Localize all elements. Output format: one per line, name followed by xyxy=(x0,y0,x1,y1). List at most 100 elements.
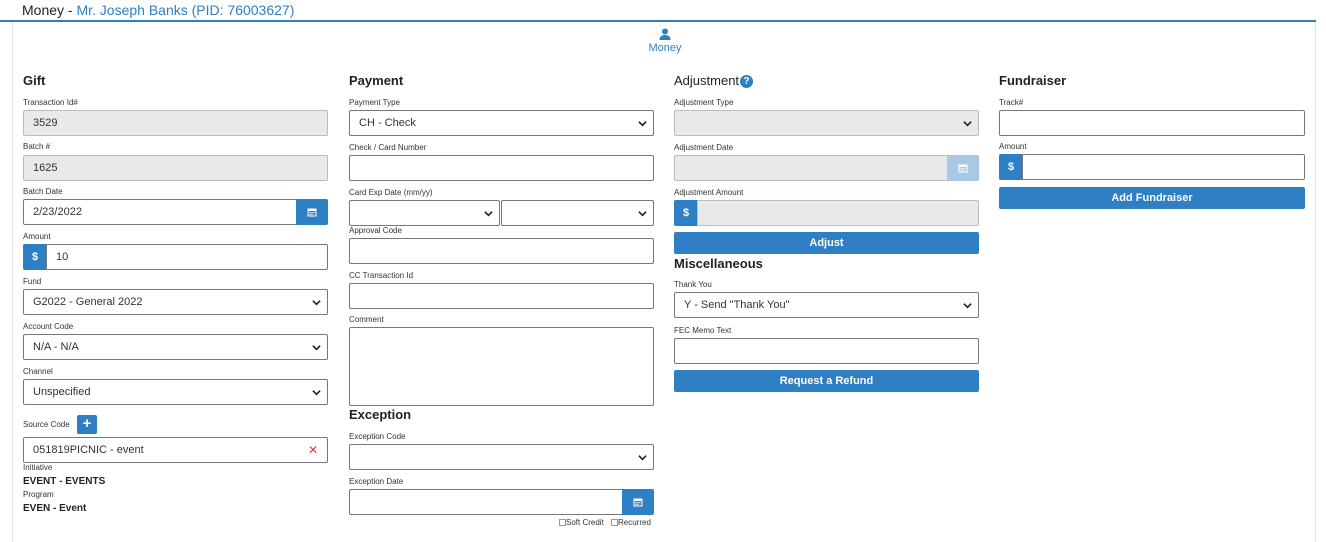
check-number-label: Check / Card Number xyxy=(349,143,427,152)
recurred-label: Recurred xyxy=(618,518,651,527)
page-header: Money - Mr. Joseph Banks (PID: 76003627) xyxy=(0,0,1316,22)
fundraiser-amount-input[interactable] xyxy=(1022,154,1305,180)
request-refund-button[interactable]: Request a Refund xyxy=(674,370,979,392)
adjust-button[interactable]: Adjust xyxy=(674,232,979,254)
remove-source-code-icon[interactable]: ✕ xyxy=(308,438,318,462)
soft-credit-checkbox[interactable] xyxy=(559,519,566,526)
source-code-label: Source Code xyxy=(23,420,70,429)
adjustment-amount-input[interactable] xyxy=(697,200,979,226)
adjustment-type-label: Adjustment Type xyxy=(674,98,734,107)
program-label: Program xyxy=(23,490,54,499)
recurred-checkbox[interactable] xyxy=(611,519,618,526)
card-exp-label: Card Exp Date (mm/yy) xyxy=(349,188,433,197)
exception-code-label: Exception Code xyxy=(349,432,406,441)
transaction-id-field: 3529 xyxy=(23,110,328,136)
initiative-label: Initiative xyxy=(23,463,53,472)
batch-date-calendar-button[interactable] xyxy=(296,199,328,225)
batch-field: 1625 xyxy=(23,155,328,181)
approval-code-input[interactable] xyxy=(349,238,654,264)
help-icon[interactable]: ? xyxy=(740,75,754,88)
tab-money-label: Money xyxy=(648,42,682,54)
chevron-down-icon xyxy=(638,211,647,217)
batch-date-label: Batch Date xyxy=(23,187,63,196)
calendar-icon xyxy=(958,164,968,173)
calendar-icon xyxy=(307,208,317,217)
account-code-select[interactable]: N/A - N/A xyxy=(23,334,328,360)
card-exp-month-select[interactable] xyxy=(349,200,500,226)
track-label: Track# xyxy=(999,98,1024,107)
thank-you-select[interactable]: Y - Send "Thank You" xyxy=(674,292,979,318)
fec-memo-label: FEC Memo Text xyxy=(674,326,732,335)
amount-input[interactable]: 10 xyxy=(46,244,328,270)
check-number-input[interactable] xyxy=(349,155,654,181)
program-value: EVEN - Event xyxy=(23,503,87,514)
payment-type-value: CH - Check xyxy=(359,117,416,129)
chevron-down-icon xyxy=(963,303,972,309)
initiative-value: EVENT - EVENTS xyxy=(23,476,106,487)
chevron-down-icon xyxy=(963,121,972,127)
chevron-down-icon xyxy=(638,455,647,461)
chevron-down-icon xyxy=(312,345,321,351)
account-code-label: Account Code xyxy=(23,322,74,331)
cc-transaction-label: CC Transaction Id xyxy=(349,271,414,280)
thank-you-label: Thank You xyxy=(674,280,712,289)
adjustment-date-input[interactable] xyxy=(674,155,948,181)
chevron-down-icon xyxy=(312,300,321,306)
adjustment-date-calendar-button[interactable] xyxy=(947,155,979,181)
fundraiser-heading: Fundraiser xyxy=(999,73,1067,88)
tab-money[interactable]: Money xyxy=(645,28,685,54)
fund-label: Fund xyxy=(23,277,42,286)
comment-textarea[interactable] xyxy=(349,327,654,406)
chevron-down-icon xyxy=(638,121,647,127)
exception-heading: Exception xyxy=(349,407,412,422)
calendar-icon xyxy=(633,498,643,507)
account-code-value: N/A - N/A xyxy=(33,341,79,353)
card-exp-year-select[interactable] xyxy=(501,200,654,226)
fundraiser-amount-label: Amount xyxy=(999,142,1027,151)
source-code-field[interactable]: 051819PICNIC - event ✕ xyxy=(23,437,328,463)
adjustment-type-select[interactable] xyxy=(674,110,979,136)
add-fundraiser-button[interactable]: Add Fundraiser xyxy=(999,187,1305,209)
exception-code-select[interactable] xyxy=(349,444,654,470)
add-source-code-button[interactable]: + xyxy=(77,415,97,434)
soft-credit-label: Soft Credit xyxy=(566,518,604,527)
currency-addon: $ xyxy=(674,200,698,226)
recurred-option[interactable]: Recurred xyxy=(611,518,651,528)
exception-date-input[interactable] xyxy=(349,489,623,515)
chevron-down-icon xyxy=(484,211,493,217)
comment-label: Comment xyxy=(349,315,384,324)
currency-addon: $ xyxy=(999,154,1023,180)
track-input[interactable] xyxy=(999,110,1305,136)
payment-heading: Payment xyxy=(349,73,404,88)
approval-code-label: Approval Code xyxy=(349,226,402,235)
transaction-id-label: Transaction Id# xyxy=(23,98,78,107)
channel-label: Channel xyxy=(23,367,53,376)
payment-type-select[interactable]: CH - Check xyxy=(349,110,654,136)
soft-credit-option[interactable]: Soft Credit xyxy=(559,518,604,528)
adjustment-amount-label: Adjustment Amount xyxy=(674,188,744,197)
channel-select[interactable]: Unspecified xyxy=(23,379,328,405)
user-icon xyxy=(659,28,671,40)
gift-heading: Gift xyxy=(23,73,46,88)
currency-addon: $ xyxy=(23,244,47,270)
payment-type-label: Payment Type xyxy=(349,98,400,107)
thank-you-value: Y - Send "Thank You" xyxy=(684,299,790,311)
amount-label: Amount xyxy=(23,232,51,241)
exception-date-calendar-button[interactable] xyxy=(622,489,654,515)
source-code-value: 051819PICNIC - event xyxy=(33,444,144,456)
chevron-down-icon xyxy=(312,390,321,396)
adjustment-heading: Adjustment? xyxy=(674,73,754,89)
content-panel xyxy=(12,22,1316,542)
header-prefix: Money - xyxy=(22,2,77,18)
exception-date-label: Exception Date xyxy=(349,477,404,486)
fund-value: G2022 - General 2022 xyxy=(33,296,143,308)
fec-memo-input[interactable] xyxy=(674,338,979,364)
channel-value: Unspecified xyxy=(33,386,91,398)
batch-date-input[interactable]: 2/23/2022 xyxy=(23,199,297,225)
adjustment-date-label: Adjustment Date xyxy=(674,143,734,152)
constituent-name-link[interactable]: Mr. Joseph Banks (PID: 76003627) xyxy=(76,2,294,18)
fund-select[interactable]: G2022 - General 2022 xyxy=(23,289,328,315)
cc-transaction-input[interactable] xyxy=(349,283,654,309)
adjustment-heading-text: Adjustment xyxy=(674,73,740,88)
miscellaneous-heading: Miscellaneous xyxy=(674,256,763,271)
